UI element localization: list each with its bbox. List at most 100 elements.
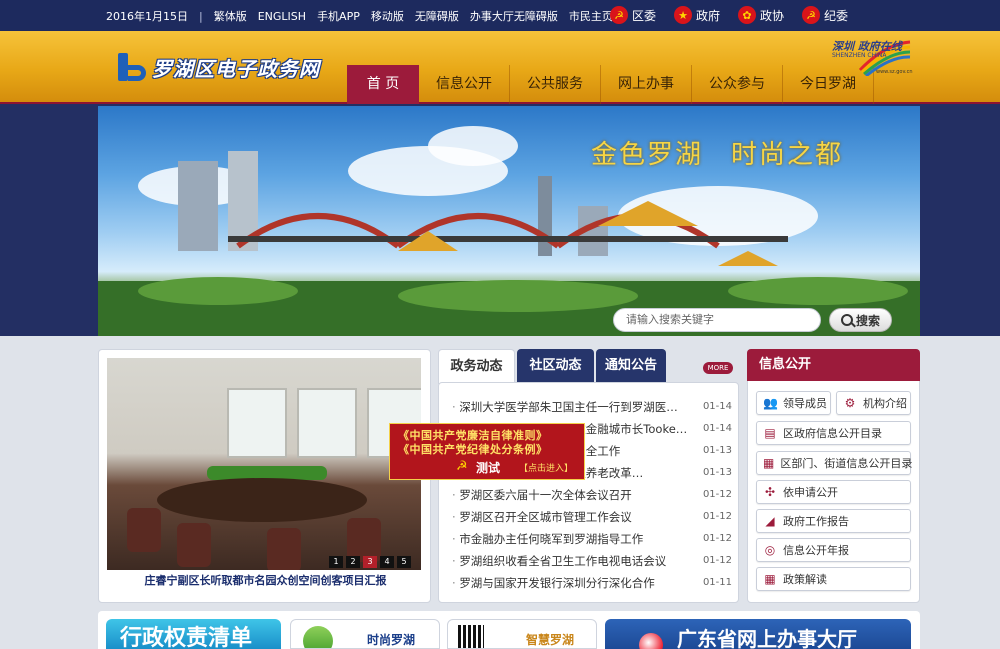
gear-icon: ⚙ bbox=[844, 396, 856, 410]
more-button[interactable]: MORE bbox=[703, 362, 733, 374]
ad-enter-link[interactable]: 【点击进入】 bbox=[519, 461, 573, 474]
news-date: 01-14 bbox=[702, 423, 732, 434]
shenzhen-gov-logo[interactable]: 深圳 政府在线 SHENZHEN CHINA www.sz.gov.cn bbox=[830, 36, 913, 76]
card-guangdong-online-hall[interactable]: 广东省网上办事大厅 bbox=[605, 619, 911, 649]
card-fashion-luohu[interactable]: 时尚罗湖 bbox=[290, 619, 440, 649]
btn-policy-interpretation[interactable]: ▦ 政策解读 bbox=[756, 567, 911, 591]
info-panel bbox=[747, 349, 920, 603]
news-date: 01-13 bbox=[702, 467, 732, 478]
list-item[interactable]: 罗湖区召开全区城市管理工作会议 01-12 bbox=[452, 506, 732, 528]
luohu-logo-icon bbox=[116, 51, 148, 83]
org-cppcc[interactable]: ✿ 政协 bbox=[738, 6, 784, 24]
document-icon: ▤ bbox=[764, 426, 776, 440]
search-icon bbox=[840, 314, 853, 326]
org-discipline[interactable]: ☭ 纪委 bbox=[802, 6, 848, 24]
grid-icon: ▦ bbox=[764, 572, 776, 586]
users-icon: 👥 bbox=[763, 396, 778, 410]
news-tabs: 政务动态 社区动态 通知公告 bbox=[438, 349, 668, 384]
nav-info-disclosure[interactable]: 信息公开 bbox=[419, 65, 510, 104]
link-citizen-home[interactable]: 市民主页 bbox=[569, 8, 613, 24]
photo-news-panel: 1 2 3 4 5 庄睿宁副区长听取都市名园众创空间创客项目汇报 bbox=[98, 349, 431, 603]
cppcc-emblem-icon: ✿ bbox=[738, 6, 757, 24]
site-name: 罗湖区电子政务网 bbox=[152, 56, 320, 81]
link-mobile-version[interactable]: 移动版 bbox=[371, 8, 404, 24]
btn-annual-report[interactable]: ◎ 信息公开年报 bbox=[756, 538, 911, 562]
utility-links: 2016年1月15日 | 繁体版 ENGLISH 手机APP 移动版 无障碍版 … bbox=[106, 8, 624, 24]
floating-ad[interactable]: 《中国共产党廉洁自律准则》 《中国共产党纪律处分条例》 ☭ 测试 【点击进入】 bbox=[389, 423, 585, 480]
link-hall-accessible[interactable]: 办事大厅无障碍版 bbox=[470, 8, 558, 24]
party-emblem-icon: ☭ bbox=[610, 6, 628, 24]
news-title[interactable]: 罗湖与国家开发银行深圳分行深化合作 bbox=[452, 572, 688, 594]
compass-icon: ◎ bbox=[764, 543, 776, 557]
card-label: 时尚罗湖 bbox=[367, 633, 416, 647]
list-item[interactable]: 深圳大学医学部朱卫国主任一行到罗湖医… 01-14 bbox=[452, 396, 732, 418]
pager-dot-1[interactable]: 1 bbox=[329, 556, 343, 568]
banner-area: 金色罗湖 时尚之都 请输入搜索关键字 搜索 bbox=[0, 104, 1000, 336]
party-emblem-icon: ☭ bbox=[456, 459, 468, 474]
nav-online-service[interactable]: 网上办事 bbox=[601, 65, 692, 104]
news-date: 01-12 bbox=[702, 511, 732, 522]
photo-caption[interactable]: 庄睿宁副区长听取都市名园众创空间创客项目汇报 bbox=[99, 572, 432, 588]
nav-home[interactable]: 首 页 bbox=[347, 65, 419, 104]
search-button-label: 搜索 bbox=[855, 313, 880, 328]
pager-dot-4[interactable]: 4 bbox=[380, 556, 394, 568]
banner-image: 金色罗湖 时尚之都 bbox=[98, 106, 920, 336]
search-button[interactable]: 搜索 bbox=[829, 308, 892, 332]
grid-icon: ▦ bbox=[763, 456, 775, 470]
nav-public-participation[interactable]: 公众参与 bbox=[692, 65, 783, 104]
org-label: 纪委 bbox=[824, 8, 849, 23]
btn-label: 区政府信息公开目录 bbox=[783, 427, 882, 440]
btn-leaders[interactable]: 👥 领导成员 bbox=[756, 391, 831, 415]
news-title[interactable]: 深圳大学医学部朱卫国主任一行到罗湖医… bbox=[452, 396, 688, 418]
pager-dot-3[interactable]: 3 bbox=[363, 556, 377, 568]
list-item[interactable]: 罗湖与国家开发银行深圳分行深化合作 01-11 bbox=[452, 572, 732, 594]
pager-dot-5[interactable]: 5 bbox=[397, 556, 411, 568]
btn-label: 领导成员 bbox=[783, 397, 827, 410]
btn-dept-catalog[interactable]: ▦ 区部门、街道信息公开目录 bbox=[756, 451, 912, 475]
news-date: 01-12 bbox=[702, 489, 732, 500]
news-photo[interactable]: 1 2 3 4 5 bbox=[107, 358, 421, 570]
card-power-list[interactable]: 行政权责清单 bbox=[106, 619, 281, 649]
news-title[interactable]: 市金融办主任何晓军到罗湖指导工作 bbox=[452, 528, 688, 550]
list-item[interactable]: 罗湖区委六届十一次全体会议召开 01-12 bbox=[452, 484, 732, 506]
fashion-luohu-icon bbox=[303, 626, 333, 648]
site-logo[interactable]: 罗湖区电子政务网 bbox=[116, 51, 320, 83]
org-party-committee[interactable]: ☭ 区委 bbox=[610, 6, 656, 24]
tab-announcements[interactable]: 通知公告 bbox=[596, 349, 666, 383]
tab-community-news[interactable]: 社区动态 bbox=[517, 349, 594, 383]
link-traditional[interactable]: 繁体版 bbox=[214, 8, 247, 24]
globe-icon bbox=[639, 633, 663, 649]
card-label: 广东省网上办事大厅 bbox=[677, 627, 857, 649]
list-item[interactable]: 市金融办主任何晓军到罗湖指导工作 01-12 bbox=[452, 528, 732, 550]
current-date: 2016年1月15日 bbox=[106, 10, 188, 23]
news-title[interactable]: 罗湖组织收看全省卫生工作电视电话会议 bbox=[452, 550, 688, 572]
list-item[interactable]: 罗湖组织收看全省卫生工作电视电话会议 01-12 bbox=[452, 550, 732, 572]
card-smart-luohu[interactable]: 智慧罗湖 bbox=[447, 619, 597, 649]
news-title[interactable]: 罗湖区召开全区城市管理工作会议 bbox=[452, 506, 688, 528]
btn-label: 机构介绍 bbox=[863, 397, 907, 410]
link-english[interactable]: ENGLISH bbox=[258, 10, 306, 23]
btn-label: 政策解读 bbox=[783, 573, 827, 586]
party-emblem-icon: ☭ bbox=[802, 6, 821, 24]
org-label: 政协 bbox=[760, 8, 785, 23]
search-input[interactable]: 请输入搜索关键字 bbox=[613, 308, 821, 332]
btn-label: 信息公开年报 bbox=[783, 544, 849, 557]
sz-logo-subtitle: SHENZHEN CHINA bbox=[832, 52, 887, 59]
pager-dot-2[interactable]: 2 bbox=[346, 556, 360, 568]
tab-gov-news[interactable]: 政务动态 bbox=[438, 349, 515, 384]
btn-work-report[interactable]: ◢ 政府工作报告 bbox=[756, 509, 911, 533]
btn-district-catalog[interactable]: ▤ 区政府信息公开目录 bbox=[756, 421, 911, 445]
news-date: 01-11 bbox=[702, 577, 732, 588]
btn-org-intro[interactable]: ⚙ 机构介绍 bbox=[836, 391, 911, 415]
btn-apply-disclosure[interactable]: ✣ 依申请公开 bbox=[756, 480, 911, 504]
link-mobile-app[interactable]: 手机APP bbox=[317, 8, 360, 24]
news-date: 01-12 bbox=[702, 555, 732, 566]
national-emblem-icon: ★ bbox=[674, 6, 693, 24]
photo-pager: 1 2 3 4 5 bbox=[326, 556, 411, 568]
top-utility-bar: 2016年1月15日 | 繁体版 ENGLISH 手机APP 移动版 无障碍版 … bbox=[0, 0, 1000, 31]
link-accessible[interactable]: 无障碍版 bbox=[415, 8, 459, 24]
news-title[interactable]: 罗湖区委六届十一次全体会议召开 bbox=[452, 484, 688, 506]
nav-public-service[interactable]: 公共服务 bbox=[510, 65, 601, 104]
org-government[interactable]: ★ 政府 bbox=[674, 6, 720, 24]
news-date: 01-12 bbox=[702, 533, 732, 544]
